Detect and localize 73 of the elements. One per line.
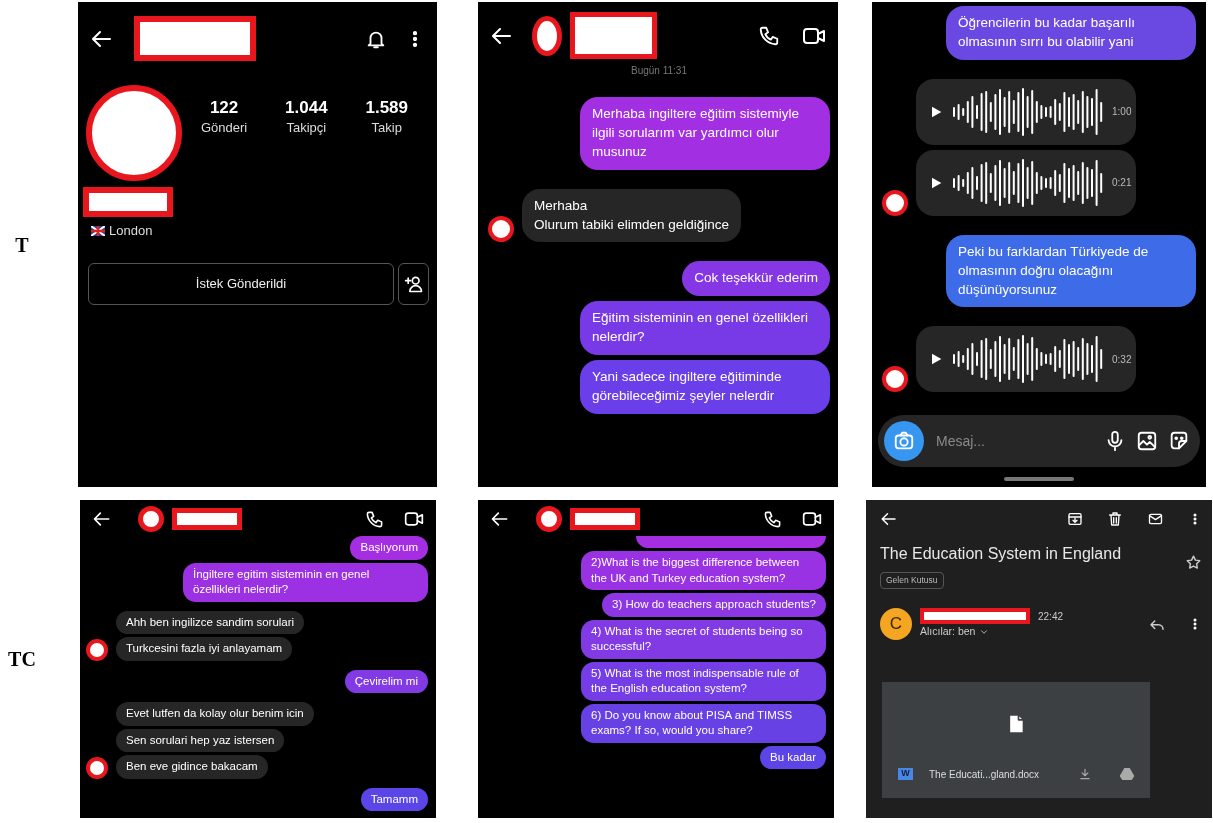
message-bubble: Sen sorulari hep yaz istersen <box>116 728 285 753</box>
avatar-circle <box>138 506 164 532</box>
phone-icon[interactable] <box>365 509 384 529</box>
message-bubble: Öğrencilerin bu kadar başarılı olmasının sırrı bu olabilir yani <box>946 6 1196 60</box>
message-bubble: Eğitim sisteminin en genel özellikleri nelerdir? <box>580 301 830 356</box>
redaction-box <box>570 508 640 530</box>
voice-message[interactable]: 1:00 <box>916 78 1136 145</box>
message-bubble: 6) Do you know about PISA and TIMSS exams? If so, would you share? <box>581 703 826 743</box>
stat-count: 122 <box>208 98 240 119</box>
follow-request-button[interactable]: İstek Gönderildi <box>88 262 394 305</box>
message-bubble: Merhaba ingiltere eğitim sistemiyle ilgili sorularım var yardımcı olur musunuz <box>580 97 830 170</box>
chevron-down-icon[interactable] <box>979 627 990 637</box>
star-icon[interactable] <box>1185 554 1202 571</box>
video-camera-icon[interactable] <box>802 509 822 529</box>
duration-text: 0:32 <box>1112 352 1132 367</box>
message-bubble: 3) How do teachers approach students? <box>602 593 826 617</box>
duration-text: 1:00 <box>1112 105 1132 120</box>
redaction-box <box>172 508 242 530</box>
voice-message[interactable]: 0:32 <box>916 326 1136 393</box>
location-text: London <box>109 222 153 240</box>
attachment-filename: The Educati...gland.docx <box>929 767 1040 782</box>
message-bubble: Peki bu farklardan Türkiyede de olmasının doğru olacağını düşünüyorsunuz <box>946 234 1196 308</box>
message-bubble: Cok teşekkür ederim <box>682 261 830 297</box>
email-subject: The Education System in England <box>880 544 1123 564</box>
stat-count: 1.589 <box>365 98 409 119</box>
message-bubble: Yani sadece ingiltere eğitiminde görebileceğimiz şeyler nelerdir <box>580 360 830 414</box>
message-bubble: Başlıyorum <box>350 536 428 560</box>
back-arrow-icon[interactable] <box>490 509 510 529</box>
message-bubble: Ben eve gidince bakacam <box>116 755 268 779</box>
message-bubble: 2)What is the biggest difference between the UK and Turkey education system? <box>581 551 826 591</box>
recipients-text: Alıcılar: ben <box>920 624 976 640</box>
phone-icon[interactable] <box>758 24 780 47</box>
flag-icon <box>91 225 105 236</box>
back-arrow-icon[interactable] <box>92 509 112 529</box>
message-bubble: Bu kadar <box>759 745 826 770</box>
message-bubble: Tamamm <box>360 787 428 812</box>
attachment-card[interactable]: W The Educati...gland.docx <box>882 682 1150 798</box>
trash-icon[interactable] <box>1107 511 1123 527</box>
add-person-button[interactable] <box>398 262 429 305</box>
camera-icon <box>893 430 915 452</box>
avatar-circle <box>532 15 562 56</box>
stat-label: Takip <box>370 119 403 138</box>
message-input[interactable]: Mesaj... <box>934 429 1084 453</box>
camera-button[interactable] <box>884 421 924 461</box>
word-file-icon: W <box>898 768 913 780</box>
avatar-circle <box>536 506 562 532</box>
duration-text: 0:21 <box>1112 176 1132 191</box>
message-bubble: Merhaba Olurum tabiki elimden geldiğince <box>522 188 742 243</box>
stat-count: 1.044 <box>285 98 328 119</box>
folder-label: Gelen Kutusu <box>880 572 944 589</box>
message-bubble: 5) What is the most indispensable rule of the English education system? <box>581 661 826 701</box>
message-bubble: Ahh ben ingilizce sandim sorulari <box>116 610 305 635</box>
row-label: T <box>14 232 30 258</box>
message-bubble: İngiltere egitim sisteminin en genel özellikleri nelerdir? <box>183 562 428 602</box>
time-text: 22:42 <box>1038 609 1064 624</box>
stat-label: Takipçi <box>285 119 328 138</box>
image-icon[interactable] <box>1136 429 1158 453</box>
back-arrow-icon[interactable] <box>880 510 898 528</box>
archive-icon[interactable] <box>1067 511 1083 527</box>
message-bubble: Turkcesini fazla iyi anlayamam <box>116 637 293 661</box>
stat-label: Gönderi <box>200 119 248 138</box>
phone-icon[interactable] <box>763 509 782 529</box>
download-icon[interactable] <box>1078 767 1092 781</box>
message-bubble: Evet lutfen da kolay olur benim icin <box>116 702 314 726</box>
timestamp-text: Bugün 11:31 <box>630 64 688 78</box>
drive-icon[interactable] <box>1118 766 1136 782</box>
video-camera-icon[interactable] <box>404 509 424 529</box>
mail-icon[interactable] <box>1147 511 1164 527</box>
sender-avatar: C <box>880 608 912 640</box>
row-label: TC <box>7 647 37 672</box>
message-bubble: Çevirelim mi <box>344 669 428 694</box>
message-bubble: 4) What is the secret of students being so successful? <box>581 619 826 659</box>
voice-message[interactable]: 0:21 <box>916 149 1136 216</box>
